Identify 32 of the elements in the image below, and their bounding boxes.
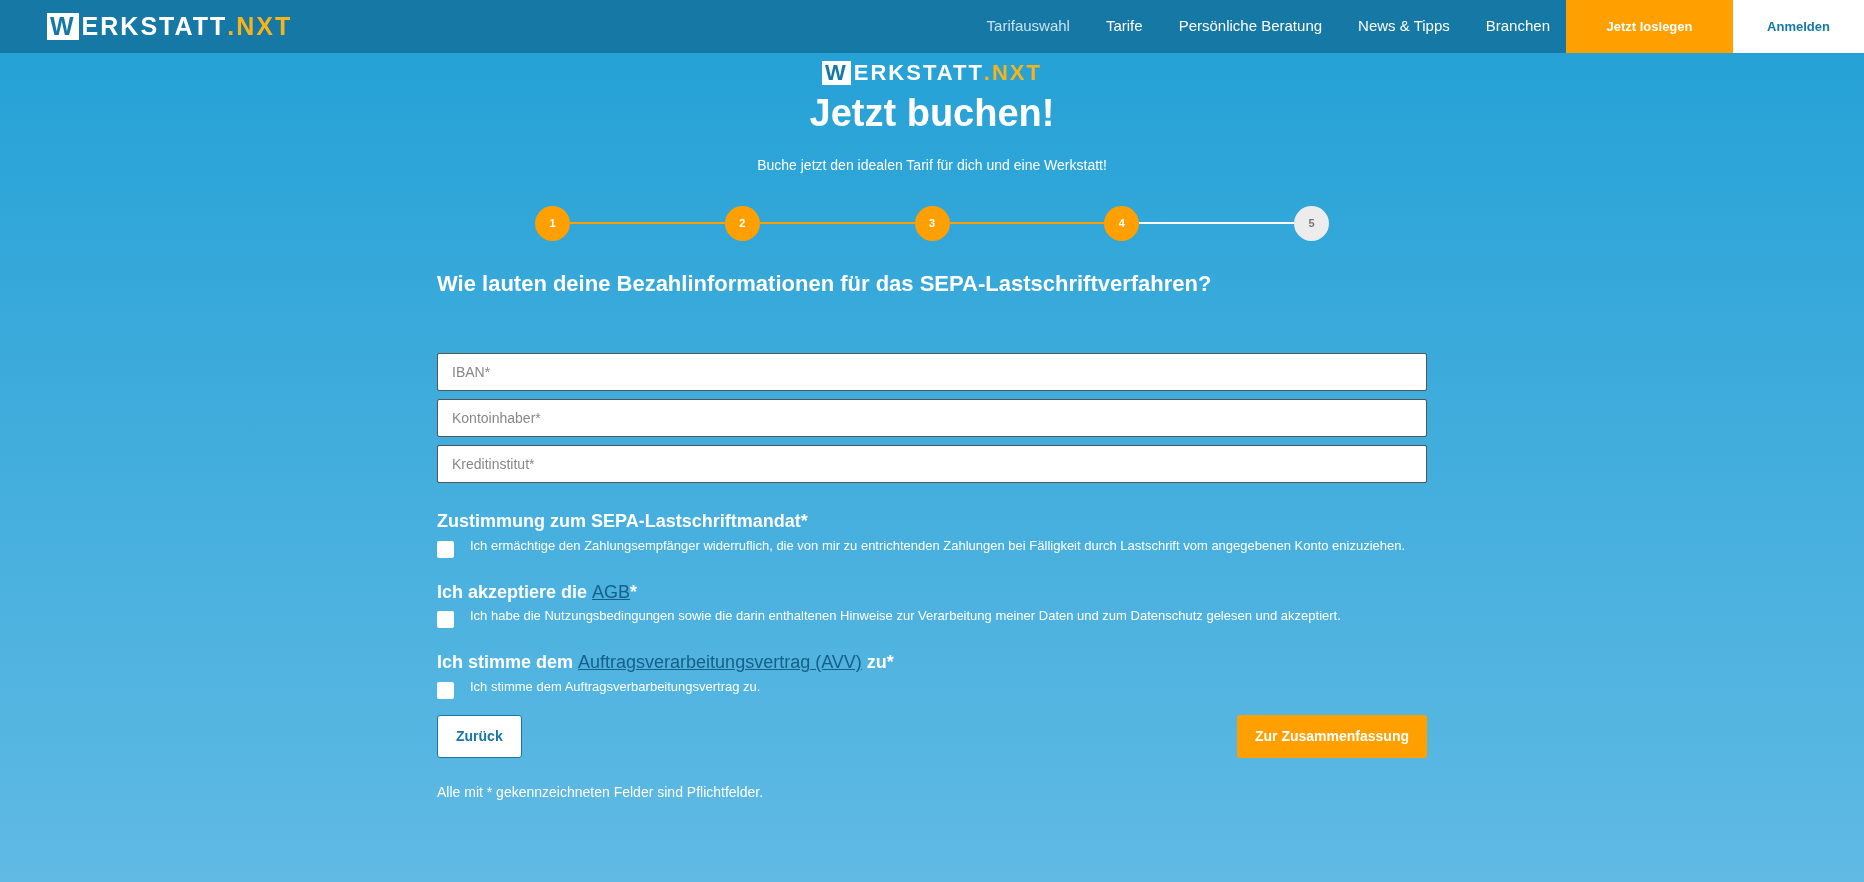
logo: W ERKSTATT.NXT xyxy=(822,61,1042,85)
nav-link[interactable]: Branchen xyxy=(1467,0,1566,53)
nav-link[interactable]: Tarifauswahl xyxy=(968,0,1088,53)
checkbox[interactable] xyxy=(437,681,454,699)
checkbox[interactable] xyxy=(437,611,454,629)
nav-link[interactable]: Tarife xyxy=(1087,0,1161,53)
checkbox[interactable] xyxy=(437,540,454,558)
input-field[interactable]: IBAN* xyxy=(437,353,1427,391)
consent-text: Ich habe die Nutzungsbedingungen sowie die darin enthaltenen Hinweise zur Verarbeitung meiner Daten und zum Datenschutz gelesen und akzeptiert. xyxy=(470,609,1341,624)
input-field[interactable]: Kontoinhaber* xyxy=(437,399,1427,437)
step-indicator: 5 xyxy=(1294,205,1329,241)
consent-heading: Zustimmung zum SEPA-Lastschriftmandat* xyxy=(437,511,809,533)
step-indicator: 1 xyxy=(535,205,570,241)
consent-text: Ich stimme dem Auftragsverbarbeitungsvertrag zu. xyxy=(470,679,761,695)
step-indicator: 2 xyxy=(724,205,760,241)
page-subtitle: Buche jetzt den idealen Tarif für dich und eine Werkstatt! xyxy=(757,155,1107,175)
step-indicator: 4 xyxy=(1104,205,1140,241)
terms-link[interactable]: Auftragsverarbeitungsvertrag (AVV) xyxy=(578,652,862,673)
nav-link[interactable]: Persönliche Beratung xyxy=(1160,0,1341,53)
terms-link[interactable]: AGB xyxy=(592,581,631,602)
back-button[interactable]: Zurück xyxy=(437,714,522,758)
nav-link[interactable]: News & Tipps xyxy=(1340,0,1468,53)
login-button[interactable]: Anmelden xyxy=(1733,0,1864,53)
consent-heading: Ich stimme dem Auftragsverarbeitungsvertrag (AVV) zu* xyxy=(437,652,895,674)
consent-heading: Ich akzeptiere die AGB* xyxy=(437,581,639,604)
page-title: Jetzt buchen! xyxy=(809,91,1055,136)
consent-text: Ich ermächtige den Zahlungsempfänger widerruflich, die von mir zu entrichtenden Zahlungen bei Fälligkeit durch Lastschrift vom angegebenen Konto enizuziehen. xyxy=(470,538,1406,553)
form-question: Wie lauten deine Bezahlinformationen für das SEPA-Lastschriftverfahren? xyxy=(437,270,1213,297)
step-indicator: 3 xyxy=(914,205,950,241)
required-note: Alle mit * gekennzeichneten Felder sind Pflichtfelder. xyxy=(437,782,765,802)
logo: W ERKSTATT.NXT xyxy=(47,0,293,53)
input-field[interactable]: Kreditinstitut* xyxy=(437,445,1427,483)
